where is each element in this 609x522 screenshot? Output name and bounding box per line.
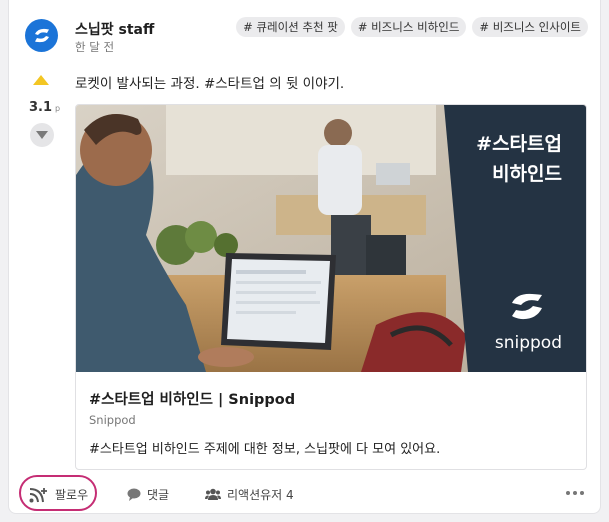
reaction-users-label: 리액션유저 4 [227,488,294,502]
post-card: 스닙팟 staff 한 달 전 # 큐레이션 추천 팟 # 비즈니스 비하인드 … [8,0,601,514]
overlay-title-line2: 비하인드 [492,163,562,185]
comment-icon [127,488,141,501]
snippod-logo-icon [34,28,49,42]
upvote-button[interactable] [32,73,50,87]
overlay-brand: snippod [494,333,562,353]
upvote-icon [33,75,49,85]
post-score: 3.1 p [29,100,60,115]
link-domain: Snippod [89,413,136,427]
comment-button[interactable]: 댓글 [127,486,169,503]
post-time: 한 달 전 [75,40,115,54]
tag-business-behind[interactable]: # 비즈니스 비하인드 [350,17,467,37]
more-icon-dot [580,491,584,495]
author-avatar[interactable] [25,19,58,52]
downvote-icon [36,131,48,139]
tag-curation[interactable]: # 큐레이션 추천 팟 [236,17,345,37]
link-preview-image[interactable]: #스타트업 비하인드 snippod [76,105,586,372]
score-value: 3.1 [29,100,53,115]
link-description: #스타트업 비하인드 주제에 대한 정보, 스닙팟에 다 모여 있어요. [89,442,441,457]
more-icon-dot [573,491,577,495]
tag-business-insight[interactable]: # 비즈니스 인사이트 [472,17,588,37]
users-icon [205,488,221,500]
follow-button[interactable]: 팔로우 [29,486,88,503]
comment-label: 댓글 [147,488,170,502]
more-button[interactable] [566,491,584,495]
follow-label: 팔로우 [55,488,89,502]
link-title[interactable]: #스타트업 비하인드 | Snippod [89,388,295,409]
more-icon [566,491,570,495]
score-unit: p [55,104,61,113]
overlay-title-line1: #스타트업 [476,133,562,155]
post-text: 로켓이 발사되는 과정. #스타트업 의 뒷 이야기. [75,76,345,92]
link-preview-card[interactable]: #스타트업 비하인드 snippod #스타트업 비하인드 | Snippod … [75,104,587,470]
downvote-button[interactable] [30,123,54,147]
author-name[interactable]: 스닙팟 staff [75,19,154,39]
reaction-users-button[interactable]: 리액션유저 4 [205,486,294,503]
rss-add-icon [29,487,47,502]
tag-list: # 큐레이션 추천 팟 # 비즈니스 비하인드 # 비즈니스 인사이트 [236,17,588,37]
